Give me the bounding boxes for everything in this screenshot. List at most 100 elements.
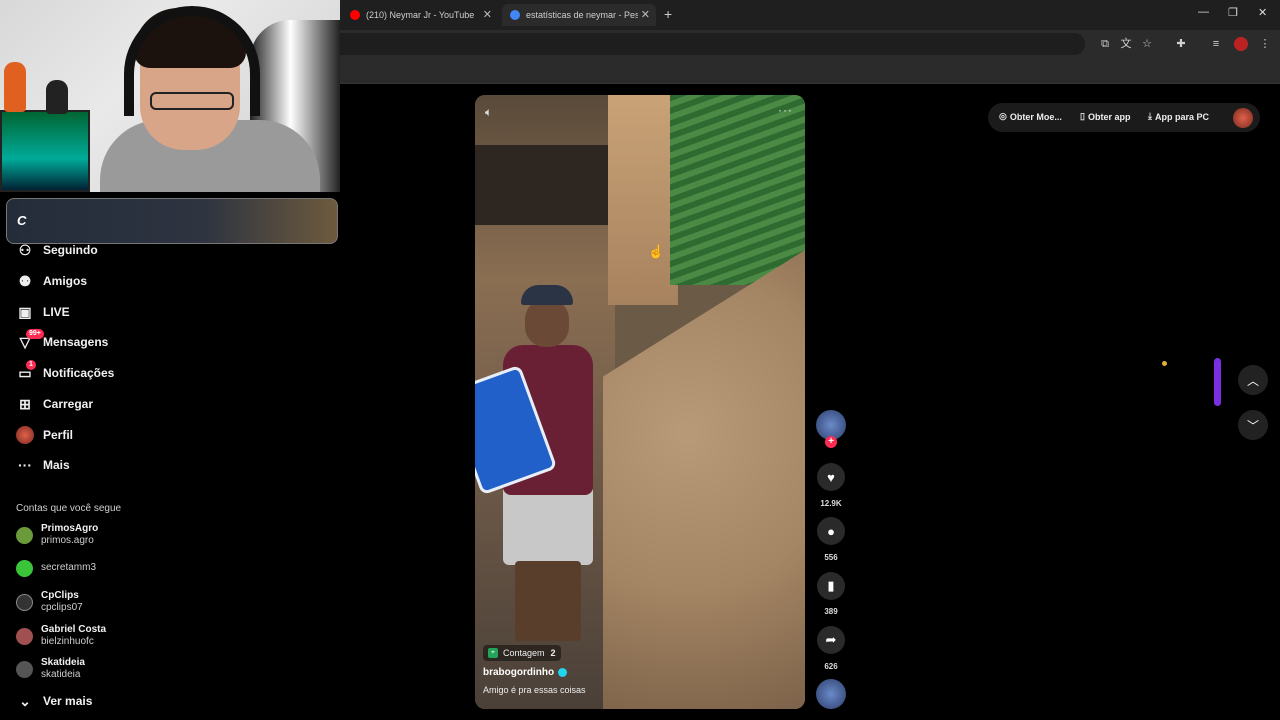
sidebar-item-label: Notificações — [43, 366, 115, 380]
tab-youtube[interactable]: (210) Neymar Jr - YouTube ✕ — [342, 4, 498, 26]
bookmark-star-icon[interactable]: ☆ — [1140, 37, 1154, 51]
tab-google-search[interactable]: estatísticas de neymar - Pesqui ✕ — [502, 4, 656, 26]
glasses — [150, 92, 234, 110]
account-name: Skatideia — [41, 657, 85, 668]
location-tag[interactable]: ⌖ Contagem 2 — [483, 645, 561, 661]
account-name: PrimosAgro — [41, 523, 99, 534]
tab-title: estatísticas de neymar - Pesqui — [526, 10, 638, 20]
save-count: 389 — [824, 607, 838, 616]
top-actions-pill: ◎ Obter Moe... ▯ Obter app ⤓ App para PC — [988, 103, 1260, 132]
verified-icon — [558, 668, 568, 677]
sidebar-item-following[interactable]: ⚇ Seguindo — [16, 238, 98, 262]
sidebar-item-label: Seguindo — [43, 243, 98, 257]
account-name: Gabriel Costa — [41, 624, 107, 635]
close-window-button[interactable]: ✕ — [1258, 6, 1267, 19]
video-author[interactable]: brabogordinho — [483, 667, 568, 678]
pc-case — [0, 110, 90, 192]
sidebar-item-label: LIVE — [43, 305, 70, 319]
video-description: Amigo é pra essas coisas — [483, 685, 586, 695]
get-coins-button[interactable]: ◎ Obter Moe... — [999, 111, 1062, 122]
follow-plus-icon[interactable]: + — [825, 436, 837, 448]
account-item[interactable]: secretamm3 — [16, 555, 96, 581]
music-disc-avatar[interactable] — [816, 679, 846, 709]
new-tab-button[interactable]: + — [664, 6, 672, 22]
more-icon: ··· — [18, 457, 32, 473]
comment-count: 556 — [824, 553, 838, 562]
video-scene-beam — [475, 145, 610, 225]
person-legs — [515, 561, 581, 641]
sidebar-item-live[interactable]: ▣ LIVE — [16, 300, 70, 324]
extensions-icon[interactable]: ✚ — [1174, 37, 1188, 51]
download-icon: ⤓ — [1148, 111, 1152, 121]
account-name: CpClips — [41, 590, 79, 601]
sidebar-item-profile[interactable]: Perfil — [16, 423, 73, 447]
upload-icon: ⊞ — [19, 396, 31, 412]
browser-menu-icon[interactable]: ⋮ — [1258, 37, 1272, 51]
person-cap — [521, 285, 573, 305]
account-item[interactable]: PrimosAgro primos.agro — [16, 522, 98, 548]
save-button[interactable]: ▮ — [817, 572, 845, 600]
bookmark-icon: ▮ — [827, 578, 835, 593]
minimize-button[interactable]: — — [1198, 6, 1209, 18]
address-input[interactable] — [340, 33, 1085, 55]
like-button[interactable]: ♥ — [817, 463, 845, 491]
mute-icon[interactable]: 🔈︎ — [485, 105, 492, 120]
sidebar-item-friends[interactable]: ⚉ Amigos — [16, 269, 87, 293]
avatar — [16, 627, 33, 645]
account-item[interactable]: Gabriel Costa bielzinhuofc — [16, 623, 106, 649]
account-handle: primos.agro — [41, 535, 94, 546]
person-face — [525, 299, 569, 347]
sidebar-item-label: Mensagens — [43, 335, 109, 349]
decorative-dot — [1162, 361, 1167, 366]
comment-button[interactable]: ● — [817, 517, 845, 545]
coin-icon: ◎ — [999, 111, 1007, 121]
chevron-down-icon: ﹀ — [1246, 418, 1259, 433]
webcam-overlay — [0, 0, 340, 192]
share-button[interactable]: ➦ — [817, 626, 845, 654]
profile-avatar — [16, 426, 34, 444]
tab-close-icon[interactable]: ✕ — [483, 8, 492, 21]
pc-app-label: App para PC — [1154, 111, 1209, 122]
tab-title: (210) Neymar Jr - YouTube — [366, 10, 475, 20]
sidebar-item-more[interactable]: ··· Mais — [16, 453, 70, 477]
sidebar-item-upload[interactable]: ⊞ Carregar — [16, 392, 93, 416]
video-scene-wall — [608, 95, 678, 305]
account-handle: secretamm3 — [41, 562, 97, 573]
install-app-icon[interactable]: ⧉ — [1098, 37, 1112, 51]
notification-icon: ▭ 1 — [16, 360, 36, 382]
get-app-button[interactable]: ▯ Obter app — [1080, 111, 1130, 122]
message-icon: ▽ 99+ — [16, 329, 44, 351]
sidebar-item-messages[interactable]: ▽ 99+ Mensagens — [16, 329, 109, 354]
feed-scrollbar[interactable] — [1214, 358, 1221, 406]
avatar — [16, 526, 33, 544]
more-options-icon[interactable]: ··· — [778, 103, 793, 117]
sidebar-item-label: Perfil — [43, 428, 74, 442]
previous-video-button[interactable]: ︿ — [1238, 365, 1268, 395]
figurine — [4, 62, 26, 112]
see-more-button[interactable]: ⌄ Ver mais — [16, 689, 92, 713]
user-avatar[interactable] — [1233, 108, 1253, 128]
video-player[interactable]: 🔈︎ ··· ⌖ Contagem 2 brabogordinho Amigo … — [475, 95, 805, 709]
live-tv-icon: ▣ — [18, 304, 32, 320]
following-accounts-title: Contas que você segue — [16, 503, 122, 514]
restore-button[interactable]: ❐ — [1228, 6, 1238, 19]
profile-icon[interactable] — [1234, 37, 1248, 51]
location-count: 2 — [550, 648, 556, 658]
browser-tab-bar: (210) Neymar Jr - YouTube ✕ estatísticas… — [340, 0, 1280, 30]
pc-app-button[interactable]: ⤓ App para PC — [1148, 111, 1209, 122]
account-item[interactable]: CpClips cpclips07 — [16, 589, 83, 615]
sidebar-item-notifications[interactable]: ▭ 1 Notificações — [16, 360, 115, 385]
video-scene-shutter — [670, 95, 805, 285]
account-item[interactable]: Skatideia skatideia — [16, 656, 85, 682]
chevron-up-icon: ︿ — [1246, 373, 1259, 388]
tab-close-icon[interactable]: ✕ — [641, 8, 650, 21]
person-shorts — [503, 485, 593, 565]
video-scene-textured-wall — [603, 245, 805, 709]
translate-icon[interactable]: 文 — [1119, 37, 1133, 51]
sidebar-item-label: Mais — [43, 458, 70, 472]
media-queue-icon[interactable]: ≡ — [1209, 37, 1223, 51]
share-arrow-icon: ➦ — [825, 632, 837, 647]
next-video-button[interactable]: ﹀ — [1238, 410, 1268, 440]
phone-icon: ▯ — [1080, 111, 1085, 121]
location-name: Contagem — [503, 648, 545, 658]
